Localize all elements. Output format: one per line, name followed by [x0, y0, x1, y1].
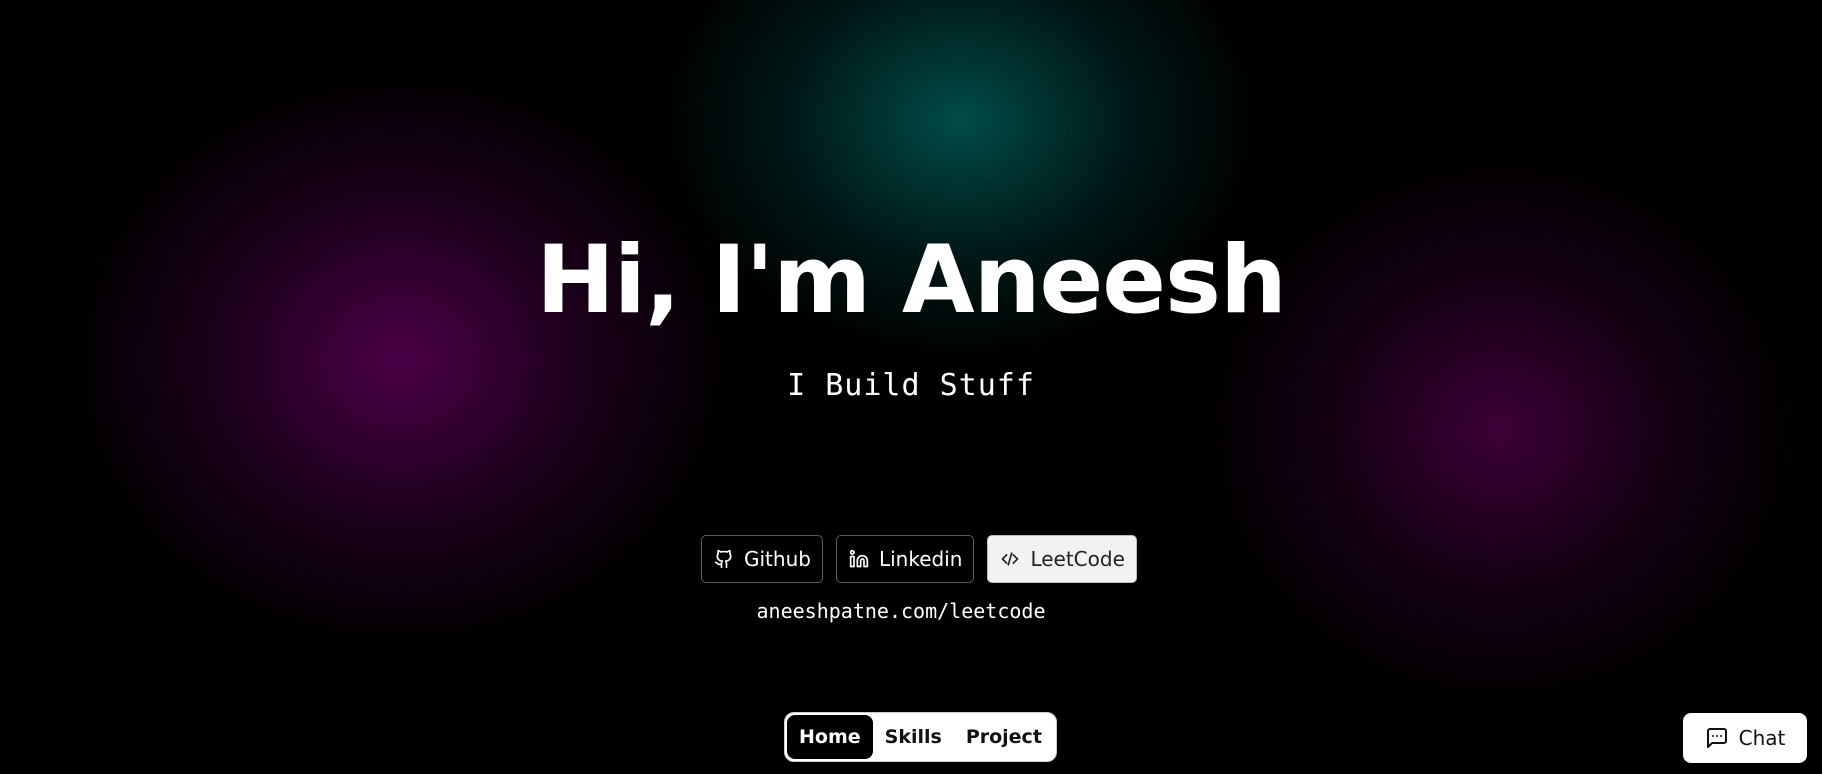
- nav-item-project[interactable]: Project: [954, 715, 1054, 759]
- code-icon: [1000, 549, 1020, 569]
- chat-icon: [1705, 726, 1729, 750]
- hero-subtitle: I Build Stuff: [787, 368, 1035, 403]
- linkedin-icon: [849, 549, 869, 569]
- github-label: Github: [744, 547, 811, 571]
- chat-button[interactable]: Chat: [1683, 713, 1807, 763]
- social-links: Github Linkedin LeetCode: [701, 535, 1137, 583]
- hero-title: Hi, I'm Aneesh: [536, 226, 1287, 335]
- section-nav: Home Skills Project: [784, 712, 1057, 762]
- github-icon: [714, 549, 734, 569]
- leetcode-label: LeetCode: [1030, 547, 1125, 571]
- linkedin-label: Linkedin: [878, 547, 963, 571]
- active-link-url: aneeshpatne.com/leetcode: [756, 599, 1046, 623]
- nav-item-skills[interactable]: Skills: [873, 715, 954, 759]
- linkedin-button[interactable]: Linkedin: [835, 535, 975, 583]
- chat-label: Chat: [1738, 726, 1786, 750]
- nav-item-home[interactable]: Home: [787, 715, 873, 759]
- github-button[interactable]: Github: [701, 535, 823, 583]
- leetcode-button[interactable]: LeetCode: [987, 535, 1137, 583]
